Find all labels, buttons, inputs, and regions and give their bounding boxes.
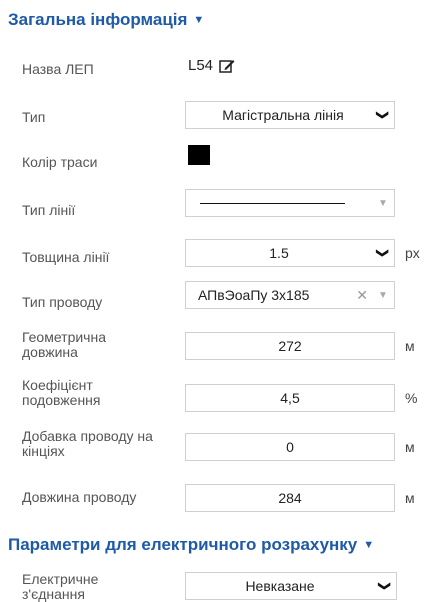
line-style-preview	[186, 202, 372, 204]
label-type: Тип	[22, 109, 46, 125]
clear-icon[interactable]: ✕	[356, 287, 368, 304]
section-general-title: Загальна інформація	[8, 10, 188, 29]
name-value: L54	[188, 57, 214, 74]
geom-length-input[interactable]: 272	[185, 332, 395, 360]
type-select-value: Магістральна лінія	[222, 107, 344, 123]
label-color: Колір траси	[22, 154, 98, 170]
triangle-down-icon: ▼	[378, 289, 388, 301]
wire-length-unit: м	[405, 490, 415, 506]
color-swatch[interactable]	[188, 145, 210, 165]
label-geom-length: Геометрична довжина	[22, 329, 106, 360]
end-addition-value: 0	[286, 439, 294, 455]
wire-type-select[interactable]: АПвЭоаПу 3х185 ✕ ▼	[185, 281, 395, 309]
label-end-addition: Добавка проводу на кінціях	[22, 428, 153, 459]
caret-down-icon: ▼	[363, 539, 375, 551]
type-select[interactable]: Магістральна лінія ❯	[185, 101, 395, 129]
thickness-value: 1.5	[269, 245, 289, 261]
label-thickness: Товщина лінії	[22, 249, 110, 265]
wire-length-value: 284	[278, 490, 302, 506]
wire-length-input[interactable]: 284	[185, 484, 395, 512]
label-extension-coef: Коефіцієнт подовження	[22, 377, 101, 408]
chevron-down-icon: ❯	[378, 580, 392, 592]
section-electrical-header[interactable]: Параметри для електричного розрахунку ▼	[8, 535, 374, 555]
triangle-down-icon: ▼	[378, 197, 388, 209]
wire-type-value: АПвЭоаПу 3х185	[198, 287, 310, 303]
extension-coef-input[interactable]: 4,5	[185, 384, 395, 412]
connection-select[interactable]: Невказане ❯	[185, 572, 397, 600]
caret-down-icon: ▼	[193, 14, 205, 26]
section-electrical-title: Параметри для електричного розрахунку	[8, 535, 358, 554]
geom-length-value: 272	[278, 338, 302, 354]
label-name: Назва ЛЕП	[22, 61, 94, 77]
label-connection: Електричне з'єднання	[22, 571, 99, 602]
connection-value: Невказане	[245, 578, 315, 594]
name-value-group: L54	[188, 57, 235, 74]
section-general-header[interactable]: Загальна інформація ▼	[8, 10, 204, 30]
extension-coef-unit: %	[405, 390, 418, 406]
thickness-select[interactable]: 1.5 ❯	[185, 239, 395, 267]
extension-coef-value: 4,5	[280, 390, 300, 406]
label-line-type: Тип лінії	[22, 202, 76, 218]
end-addition-input[interactable]: 0	[185, 433, 395, 461]
label-wire-length: Довжина проводу	[22, 489, 137, 505]
end-addition-unit: м	[405, 439, 415, 455]
geom-length-unit: м	[405, 338, 415, 354]
line-type-select[interactable]: ▼	[185, 189, 395, 217]
edit-icon[interactable]	[219, 59, 235, 73]
thickness-unit: px	[405, 245, 420, 261]
chevron-down-icon: ❯	[376, 109, 390, 121]
label-wire-type: Тип проводу	[22, 294, 103, 310]
chevron-down-icon: ❯	[376, 247, 390, 259]
